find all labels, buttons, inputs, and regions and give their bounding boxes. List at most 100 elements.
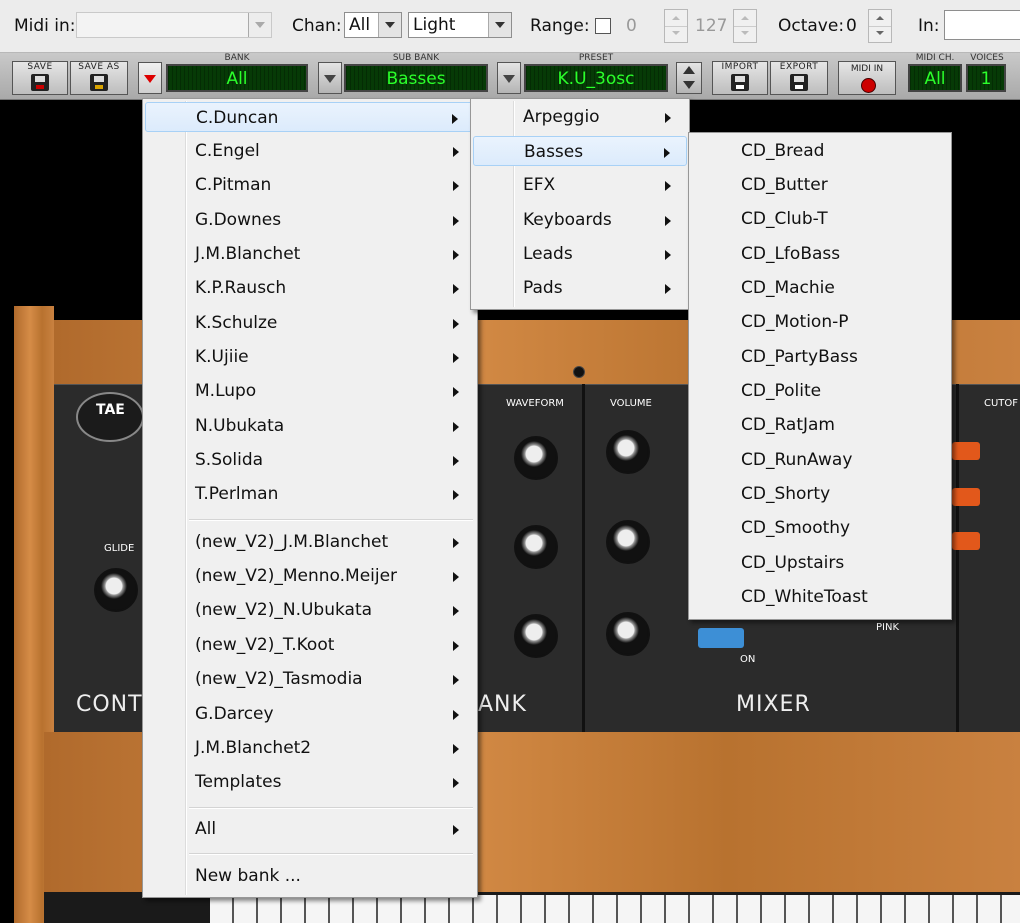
menu-item-cd-motion-p[interactable]: CD_Motion-P bbox=[691, 307, 949, 337]
skin-select[interactable]: Light bbox=[408, 12, 512, 38]
menu-item-efx[interactable]: EFX bbox=[473, 170, 687, 200]
waveform-knob-1[interactable] bbox=[514, 436, 558, 480]
subbank-dropdown-button[interactable] bbox=[318, 62, 342, 94]
submenu-arrow-icon bbox=[453, 825, 459, 835]
menu-item-new-v2-t-koot[interactable]: (new_V2)_T.Koot bbox=[145, 630, 475, 660]
menu-item-c-duncan[interactable]: C.Duncan bbox=[145, 102, 475, 132]
menu-item-pads[interactable]: Pads bbox=[473, 273, 687, 303]
bank-menu: C.Duncan C.Engel C.Pitman G.Downes J.M.B… bbox=[142, 98, 478, 898]
menu-item-t-perlman[interactable]: T.Perlman bbox=[145, 479, 475, 509]
range-high-value: 127 bbox=[695, 16, 728, 36]
menu-item-new-bank[interactable]: New bank ... bbox=[145, 861, 475, 891]
submenu-arrow-icon bbox=[453, 710, 459, 720]
menu-item-cd-ratjam[interactable]: CD_RatJam bbox=[691, 410, 949, 440]
preset-dropdown-button[interactable] bbox=[497, 62, 521, 94]
menu-item-m-lupo[interactable]: M.Lupo bbox=[145, 376, 475, 406]
bank-display: All bbox=[166, 64, 308, 92]
spin-up-icon[interactable] bbox=[734, 10, 756, 27]
preset-display: K.U_3osc bbox=[524, 64, 668, 92]
menu-item-cd-shorty[interactable]: CD_Shorty bbox=[691, 479, 949, 509]
preset-up-down-button[interactable] bbox=[676, 62, 702, 94]
submenu-arrow-icon bbox=[665, 250, 671, 260]
preset-toolbar: SAVE SAVE AS BANK All SUB BANK Basses PR… bbox=[0, 53, 1020, 100]
midi-in-button[interactable]: MIDI IN bbox=[838, 61, 896, 95]
range-checkbox[interactable] bbox=[595, 18, 611, 34]
spin-up-icon[interactable] bbox=[665, 10, 687, 27]
range-high-spinner[interactable] bbox=[733, 9, 757, 43]
menu-item-cd-lfobass[interactable]: CD_LfoBass bbox=[691, 239, 949, 269]
menu-item-cd-upstairs[interactable]: CD_Upstairs bbox=[691, 548, 949, 578]
midi-in-select[interactable] bbox=[76, 12, 272, 38]
filter-switch-1[interactable] bbox=[952, 442, 980, 460]
filter-switch-2[interactable] bbox=[952, 488, 980, 506]
top-control-bar: Midi in: Chan: All Light Range: 0 127 Oc… bbox=[0, 0, 1020, 53]
menu-item-cd-smoothy[interactable]: CD_Smoothy bbox=[691, 513, 949, 543]
channel-select[interactable]: All bbox=[344, 12, 402, 38]
menu-item-jm-blanchet[interactable]: J.M.Blanchet bbox=[145, 239, 475, 269]
menu-item-cd-whitetoast[interactable]: CD_WhiteToast bbox=[691, 582, 949, 612]
midi-ch-display[interactable]: All bbox=[908, 64, 962, 92]
menu-item-kp-rausch[interactable]: K.P.Rausch bbox=[145, 273, 475, 303]
menu-item-arpeggio[interactable]: Arpeggio bbox=[473, 102, 687, 132]
export-button[interactable]: EXPORT bbox=[770, 61, 828, 95]
import-button[interactable]: IMPORT bbox=[712, 61, 768, 95]
voices-display[interactable]: 1 bbox=[966, 64, 1006, 92]
chevron-down-icon[interactable] bbox=[378, 13, 401, 37]
menu-item-cd-club-t[interactable]: CD_Club-T bbox=[691, 204, 949, 234]
menu-item-cd-machie[interactable]: CD_Machie bbox=[691, 273, 949, 303]
waveform-knob-3[interactable] bbox=[514, 614, 558, 658]
menu-item-k-ujiie[interactable]: K.Ujiie bbox=[145, 342, 475, 372]
menu-item-basses[interactable]: Basses bbox=[473, 136, 687, 166]
menu-item-g-darcey[interactable]: G.Darcey bbox=[145, 699, 475, 729]
bank-dropdown-button[interactable] bbox=[138, 62, 162, 94]
submenu-arrow-icon bbox=[453, 353, 459, 363]
subbank-label: SUB BANK bbox=[392, 53, 440, 63]
menu-item-c-engel[interactable]: C.Engel bbox=[145, 136, 475, 166]
menu-item-new-v2-tasmodia[interactable]: (new_V2)_Tasmodia bbox=[145, 664, 475, 694]
menu-item-cd-polite[interactable]: CD_Polite bbox=[691, 376, 949, 406]
menu-item-cd-partybass[interactable]: CD_PartyBass bbox=[691, 342, 949, 372]
menu-item-leads[interactable]: Leads bbox=[473, 239, 687, 269]
menu-item-new-v2-menno-meijer[interactable]: (new_V2)_Menno.Meijer bbox=[145, 561, 475, 591]
spin-down-icon[interactable] bbox=[734, 26, 756, 42]
range-low-spinner[interactable] bbox=[664, 9, 688, 43]
menu-item-k-schulze[interactable]: K.Schulze bbox=[145, 308, 475, 338]
menu-item-n-ubukata[interactable]: N.Ubukata bbox=[145, 411, 475, 441]
menu-item-g-downes[interactable]: G.Downes bbox=[145, 205, 475, 235]
submenu-arrow-icon bbox=[453, 572, 459, 582]
chevron-down-icon[interactable] bbox=[248, 13, 271, 37]
volume-knob-2[interactable] bbox=[606, 520, 650, 564]
submenu-arrow-icon bbox=[453, 250, 459, 260]
spin-down-icon[interactable] bbox=[665, 26, 687, 42]
in-field[interactable] bbox=[944, 10, 1020, 40]
menu-item-new-v2-n-ubukata[interactable]: (new_V2)_N.Ubukata bbox=[145, 595, 475, 625]
in-label: In: bbox=[918, 16, 940, 36]
volume-knob-3[interactable] bbox=[606, 612, 650, 656]
glide-knob[interactable] bbox=[94, 568, 138, 612]
submenu-arrow-icon bbox=[453, 216, 459, 226]
spin-up-icon[interactable] bbox=[869, 10, 891, 27]
chevron-down-icon[interactable] bbox=[488, 13, 511, 37]
save-as-button[interactable]: SAVE AS bbox=[70, 61, 128, 95]
menu-item-cd-bread[interactable]: CD_Bread bbox=[691, 136, 949, 166]
menu-item-cd-runaway[interactable]: CD_RunAway bbox=[691, 445, 949, 475]
osc3-mixer-switch[interactable] bbox=[698, 628, 744, 648]
submenu-arrow-icon bbox=[453, 456, 459, 466]
keyboard[interactable] bbox=[210, 895, 1020, 923]
octave-spinner[interactable] bbox=[868, 9, 892, 43]
filter-switch-3[interactable] bbox=[952, 532, 980, 550]
spin-down-icon[interactable] bbox=[869, 26, 891, 42]
menu-item-jm-blanchet2[interactable]: J.M.Blanchet2 bbox=[145, 733, 475, 763]
menu-item-all[interactable]: All bbox=[145, 814, 475, 844]
menu-item-keyboards[interactable]: Keyboards bbox=[473, 205, 687, 235]
screw-icon bbox=[573, 366, 585, 378]
menu-item-new-v2-jm-blanchet[interactable]: (new_V2)_J.M.Blanchet bbox=[145, 527, 475, 557]
volume-knob-1[interactable] bbox=[606, 430, 650, 474]
save-button[interactable]: SAVE bbox=[12, 61, 68, 95]
glide-label: GLIDE bbox=[104, 543, 135, 554]
menu-item-cd-butter[interactable]: CD_Butter bbox=[691, 170, 949, 200]
waveform-knob-2[interactable] bbox=[514, 525, 558, 569]
menu-item-s-solida[interactable]: S.Solida bbox=[145, 445, 475, 475]
menu-item-templates[interactable]: Templates bbox=[145, 767, 475, 797]
menu-item-c-pitman[interactable]: C.Pitman bbox=[145, 170, 475, 200]
